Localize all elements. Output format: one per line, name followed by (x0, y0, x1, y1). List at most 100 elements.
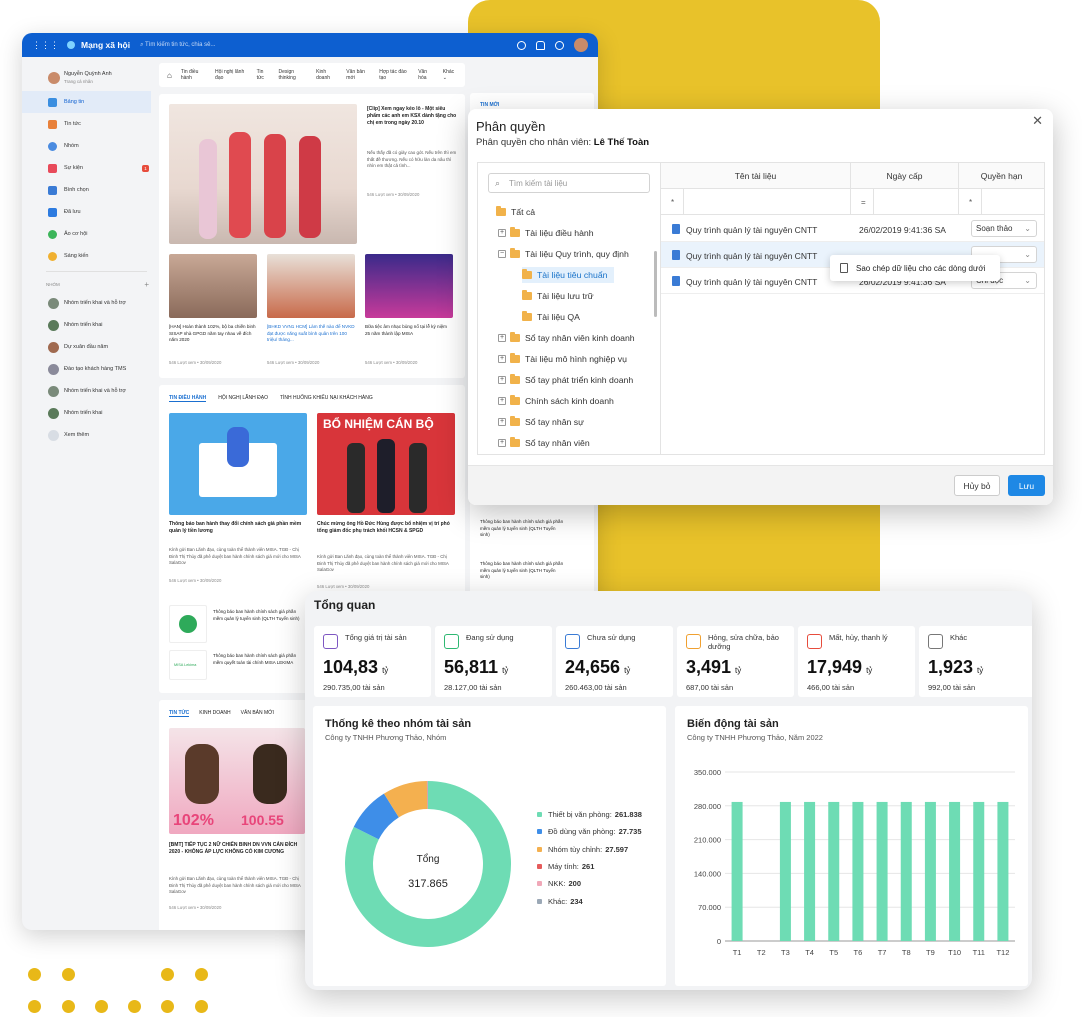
close-icon[interactable]: ✕ (1032, 113, 1043, 129)
nav-tab[interactable]: Hội nghị lãnh đạo (215, 69, 248, 81)
section-tab[interactable]: TIN TỨC (169, 710, 190, 717)
home-icon[interactable]: ⌂ (167, 71, 172, 80)
tree-node[interactable]: Tất cả (496, 205, 535, 219)
legend-item[interactable]: Máy tính: 261 (537, 862, 594, 871)
bar[interactable] (973, 801, 985, 941)
tree-node[interactable]: Tài liệu QA (522, 310, 580, 324)
sidebar-group[interactable]: Nhóm triển khai (22, 402, 155, 424)
sidebar-item-ideas[interactable]: Sáng kiến (22, 245, 155, 267)
appointment-image[interactable]: BỔ NHIỆM CÁN BỘ (317, 413, 455, 515)
user-avatar[interactable] (574, 38, 588, 52)
expand-icon[interactable]: + (498, 355, 506, 363)
expand-icon[interactable]: + (498, 334, 506, 342)
tree-scrollbar[interactable] (654, 251, 657, 317)
kpi-card[interactable]: Hỏng, sửa chữa, bảo dưỡng 3,491 tỷ 687,00… (677, 626, 794, 697)
bar[interactable] (924, 801, 936, 941)
bar[interactable] (828, 801, 840, 941)
bar[interactable] (804, 801, 816, 941)
list-item[interactable]: Thông báo ban hành chính sách giá phần m… (213, 609, 305, 622)
top-search-input[interactable]: ⌕ Tìm kiếm tin tức, chia sẻ... (140, 42, 215, 49)
tree-node[interactable]: + Sổ tay nhân sự (498, 415, 584, 429)
app-grid-icon[interactable]: ⋮⋮⋮ (32, 40, 59, 51)
sidebar-group[interactable]: Dự xuân đầu năm (22, 336, 155, 358)
post-image[interactable] (365, 254, 453, 318)
tree-node[interactable]: + Tài liệu mô hình nghiệp vụ (498, 352, 627, 366)
expand-icon[interactable]: + (498, 376, 506, 384)
nav-tab[interactable]: Tin điều hành (181, 69, 206, 81)
kpi-card[interactable]: Chưa sử dụng 24,656 tỷ 260.463,00 tài sản (556, 626, 673, 697)
add-icon[interactable] (517, 40, 526, 50)
post-image[interactable] (267, 254, 355, 318)
promo-image[interactable]: 102% 100.55 (169, 728, 305, 834)
kpi-card[interactable]: Đang sử dụng 56,811 tỷ 28.127,00 tài sản (435, 626, 552, 697)
section-tab[interactable]: VĂN BẢN MỚI (241, 710, 274, 717)
sidebar-item-polls[interactable]: Bình chọn (22, 179, 155, 201)
minus-icon[interactable] (555, 40, 564, 50)
tree-node-selected[interactable]: Tài liệu tiêu chuẩn (522, 267, 614, 283)
sidebar-group[interactable]: Nhóm triển khai và hỗ trợ (22, 292, 155, 314)
legend-item[interactable]: Đồ dùng văn phòng: 27.735 (537, 827, 642, 836)
legend-item[interactable]: Khác: 234 (537, 897, 583, 906)
featured-image[interactable] (169, 104, 357, 244)
date-filter[interactable]: = (851, 189, 959, 215)
name-filter[interactable]: * (661, 189, 851, 215)
post-title[interactable]: [HAN] Hoàn thành 102%, bộ ba chiến binh … (169, 324, 257, 344)
collapse-icon[interactable]: − (498, 250, 506, 258)
column-header[interactable]: Ngày cấp (851, 163, 959, 189)
list-item[interactable]: Thông báo ban hành chính sách giá phần m… (480, 519, 566, 539)
legend-item[interactable]: Thiết bị văn phòng: 261.838 (537, 810, 642, 819)
section-tab[interactable]: KINH DOANH (199, 710, 230, 717)
nav-tab[interactable]: Design thinking (279, 69, 308, 81)
tree-node[interactable]: + Sổ tay phát triển kinh doanh (498, 373, 633, 387)
post-image[interactable] (169, 254, 257, 318)
expand-icon[interactable]: + (498, 229, 506, 237)
sidebar-item-saved[interactable]: Đã lưu (22, 201, 155, 223)
tree-node[interactable]: + Chính sách kinh doanh (498, 394, 614, 408)
legend-item[interactable]: NKK: 200 (537, 879, 581, 888)
column-header[interactable]: Tên tài liệu (661, 163, 851, 189)
bar[interactable] (900, 801, 912, 941)
bar[interactable] (731, 801, 743, 941)
sidebar-group[interactable]: Đào tạo khách hàng TMS (22, 358, 155, 380)
bar[interactable] (779, 801, 791, 941)
sidebar-item-feed[interactable]: Bảng tin (22, 91, 151, 113)
section-tab[interactable]: HỘI NGHỊ LÃNH ĐẠO (218, 395, 268, 402)
permission-filter[interactable]: * (959, 189, 1044, 215)
announcement-illustration[interactable] (169, 413, 307, 515)
bar[interactable] (997, 801, 1009, 941)
section-tab[interactable]: TÌNH HUỐNG KHIẾU NẠI KHÁCH HÀNG (280, 395, 373, 402)
sidebar-profile[interactable]: Nguyễn Quỳnh Anh Trang cá nhân (22, 65, 155, 91)
post-title[interactable]: Thông báo ban hành thay đổi chính sách g… (169, 521, 307, 535)
tree-search-input[interactable]: ⌕ Tìm kiếm tài liệu (488, 173, 650, 193)
post-title[interactable]: [BMT] TIẾP TỤC 2 NỮ CHIẾN BINH DN VVN CÁ… (169, 842, 305, 856)
post-title[interactable]: Bữa tiệc âm nhạc bùng nổ tại lễ kỷ niệm … (365, 324, 453, 337)
add-group-icon[interactable]: + (144, 280, 149, 289)
list-item[interactable]: Thông báo ban hành chính sách giá phần m… (480, 561, 566, 581)
bell-icon[interactable] (536, 40, 545, 50)
tree-node[interactable]: + Sổ tay nhân viên kinh doanh (498, 331, 635, 345)
bar[interactable] (949, 801, 961, 941)
list-item[interactable]: Thông báo ban hành chính sách giá phần m… (213, 653, 305, 666)
tree-node[interactable]: + Tài liệu điều hành (498, 226, 594, 240)
nav-tab[interactable]: Văn bản mới (346, 69, 370, 81)
column-header[interactable]: Quyền hạn (959, 163, 1044, 189)
expand-icon[interactable]: + (498, 397, 506, 405)
nav-tab[interactable]: Văn hóa (418, 69, 434, 81)
featured-title[interactable]: [Clip] Xem ngay kéo lô - Một siêu phẩm c… (367, 106, 457, 128)
table-row[interactable]: Quy trình quản lý tài nguyên CNTT 26/02/… (661, 216, 1044, 242)
nav-tab[interactable]: Hợp tác đào tạo (379, 69, 409, 81)
tree-node[interactable]: + Sổ tay nhân viên (498, 436, 590, 450)
bar[interactable] (852, 801, 864, 941)
tree-node[interactable]: − Tài liệu Quy trình, quy định (498, 247, 629, 261)
sidebar-group[interactable]: Nhóm triển khai và hỗ trợ (22, 380, 155, 402)
nav-tab[interactable]: Kinh doanh (316, 69, 337, 81)
expand-icon[interactable]: + (498, 439, 506, 447)
see-more-link[interactable]: Xem thêm (22, 424, 155, 446)
tree-node[interactable]: Tài liệu lưu trữ (522, 289, 594, 303)
nav-tab-more[interactable]: Khác ⌄ (443, 69, 457, 81)
bar[interactable] (876, 801, 888, 941)
cancel-button[interactable]: Hủy bỏ (954, 475, 1000, 496)
sidebar-item-groups[interactable]: Nhóm (22, 135, 155, 157)
sidebar-group[interactable]: Nhóm triển khai (22, 314, 155, 336)
post-title[interactable]: Chúc mừng ông Hồ Đức Hùng được bổ nhiệm … (317, 521, 455, 535)
